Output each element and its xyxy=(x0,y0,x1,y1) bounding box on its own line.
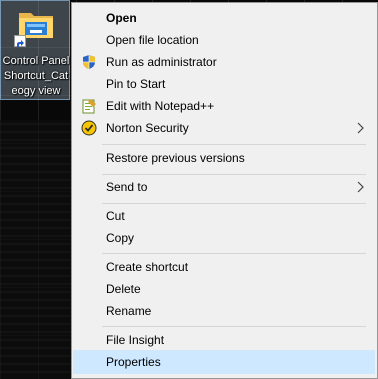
menu-item-rename[interactable]: Rename xyxy=(74,300,374,322)
menu-item-label: Create shortcut xyxy=(106,260,189,274)
desktop-icon-label-line: Control Panel xyxy=(2,55,70,67)
norton-icon xyxy=(81,120,97,136)
menu-item-label: Restore previous versions xyxy=(106,151,245,165)
menu-item-run-as-administrator[interactable]: Run as administrator xyxy=(74,51,374,73)
desktop-icon-label: Control Panel Shortcut_Cat eogy view xyxy=(2,54,70,99)
menu-item-label: Properties xyxy=(106,355,161,369)
menu-separator xyxy=(102,326,366,327)
desktop-icon-label-line: Shortcut_Cat xyxy=(3,70,69,82)
desktop-shortcut-icon[interactable]: Control Panel Shortcut_Cat eogy view xyxy=(0,0,70,100)
menu-item-label: Rename xyxy=(106,304,152,318)
menu-item-label: Norton Security xyxy=(106,121,189,135)
desktop-wallpaper-detail xyxy=(0,120,80,379)
desktop-icon-label-line: eogy view xyxy=(11,85,61,97)
menu-item-send-to[interactable]: Send to xyxy=(74,176,374,198)
menu-item-copy[interactable]: Copy xyxy=(74,227,374,249)
shortcut-arrow-icon xyxy=(14,35,26,47)
chevron-right-icon xyxy=(357,122,364,134)
menu-item-properties[interactable]: Properties xyxy=(73,350,375,374)
notepad-plus-plus-icon xyxy=(82,99,96,114)
menu-item-label: Open file location xyxy=(106,33,199,47)
menu-item-label: Delete xyxy=(106,282,141,296)
menu-separator xyxy=(102,253,366,254)
menu-item-cut[interactable]: Cut xyxy=(74,205,374,227)
uac-shield-icon xyxy=(83,55,95,69)
menu-item-label: Edit with Notepad++ xyxy=(106,99,215,113)
menu-item-pin-to-start[interactable]: Pin to Start xyxy=(74,73,374,95)
menu-item-label: Cut xyxy=(106,209,125,223)
menu-item-label: Open xyxy=(106,11,137,25)
menu-item-delete[interactable]: Delete xyxy=(74,278,374,300)
menu-item-label: Pin to Start xyxy=(106,77,166,91)
menu-item-restore-previous-versions[interactable]: Restore previous versions xyxy=(74,147,374,169)
menu-separator xyxy=(102,203,366,204)
menu-item-create-shortcut[interactable]: Create shortcut xyxy=(74,256,374,278)
menu-item-label: File Insight xyxy=(106,333,165,347)
menu-item-label: Run as administrator xyxy=(106,55,217,69)
menu-separator xyxy=(102,174,366,175)
menu-separator xyxy=(102,144,366,145)
menu-item-label: Copy xyxy=(106,231,135,245)
menu-item-open[interactable]: Open xyxy=(74,7,374,29)
menu-item-label: Send to xyxy=(106,180,148,194)
menu-item-norton-security[interactable]: Norton Security xyxy=(74,117,374,139)
menu-item-file-insight[interactable]: File Insight xyxy=(74,329,374,351)
menu-item-edit-with-notepad-plus-plus[interactable]: Edit with Notepad++ xyxy=(74,95,374,117)
chevron-right-icon xyxy=(357,181,364,193)
context-menu: Open Open file location Run as administr… xyxy=(71,2,378,379)
menu-item-open-file-location[interactable]: Open file location xyxy=(74,29,374,51)
